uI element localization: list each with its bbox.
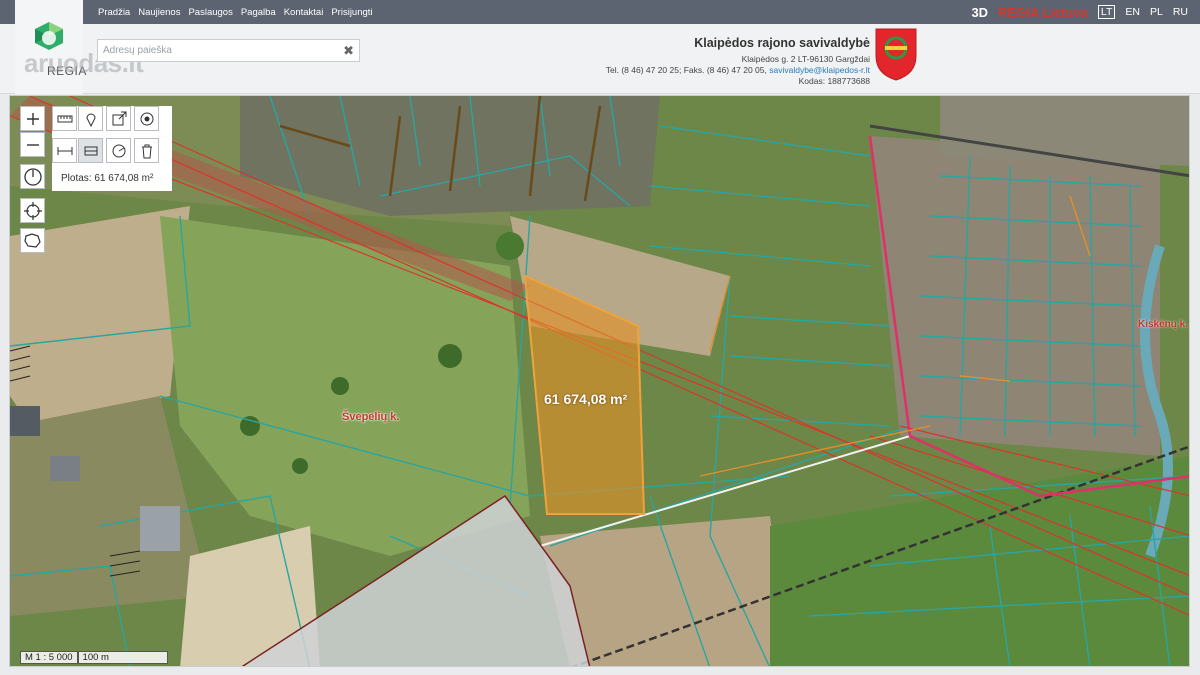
nav-item-pagalba[interactable]: Pagalba xyxy=(241,7,276,18)
measure-area-button[interactable] xyxy=(78,138,103,163)
target-dot-icon xyxy=(140,112,153,125)
language-ru[interactable]: RU xyxy=(1173,6,1188,18)
compass-icon xyxy=(23,167,42,186)
marker-icon xyxy=(85,113,96,127)
measure-line-button[interactable] xyxy=(52,138,77,163)
zoom-in-button[interactable] xyxy=(20,106,45,131)
area-measure-icon xyxy=(84,146,97,155)
nav-item-naujienos[interactable]: Naujienos xyxy=(138,7,180,18)
coat-of-arms-icon xyxy=(875,28,917,81)
municipality-info: Klaipėdos rajono savivaldybė Klaipėdos g… xyxy=(606,36,870,87)
area-readout: Plotas: 61 674,08 m² xyxy=(61,173,154,184)
3d-button[interactable]: 3D xyxy=(971,5,988,20)
language-lt[interactable]: LT xyxy=(1097,5,1116,19)
top-navigation-bar: Pradžia Naujienos Paslaugos Pagalba Kont… xyxy=(0,0,1200,24)
municipality-phone: Tel. (8 46) 47 20 25; Faks. (8 46) 47 20… xyxy=(605,65,767,75)
language-pl[interactable]: PL xyxy=(1150,6,1163,18)
clear-search-icon[interactable]: ✖ xyxy=(343,43,354,59)
map-scale: M 1 : 5 000 100 m xyxy=(20,651,168,664)
kiskeniu-village-label: Kiskėnų k. xyxy=(1138,319,1189,330)
selected-area-label: 61 674,08 m² xyxy=(544,391,628,407)
nav-item-pradzia[interactable]: Pradžia xyxy=(98,7,130,18)
map-outline-icon xyxy=(23,232,41,248)
plus-icon xyxy=(26,112,39,125)
regia-lietuva-link[interactable]: REGIA Lietuva xyxy=(998,5,1088,20)
address-search-input[interactable] xyxy=(98,40,338,61)
municipality-code: Kodas: 188773688 xyxy=(798,76,870,86)
measure-tool-panel: Plotas: 61 674,08 m² xyxy=(52,106,172,191)
line-measure-icon xyxy=(57,146,72,155)
top-right-controls: 3D REGIA Lietuva LT EN PL RU xyxy=(971,0,1188,24)
trash-icon xyxy=(141,144,152,158)
measure-radius-button[interactable] xyxy=(106,138,131,163)
municipality-address: Klaipėdos g. 2 LT-96130 Gargždai xyxy=(741,54,870,64)
language-en[interactable]: EN xyxy=(1125,6,1140,18)
municipality-name: Klaipėdos rajono savivaldybė xyxy=(694,36,870,50)
page-header: REGIA aruodas.lt ✖ Klaipėdos rajono savi… xyxy=(0,22,1200,94)
export-button[interactable] xyxy=(106,106,131,131)
address-search: ✖ xyxy=(97,39,360,62)
minus-icon xyxy=(26,143,39,146)
locate-button[interactable] xyxy=(20,198,45,223)
municipality-email[interactable]: savivaldybe@klaipedos-r.lt xyxy=(769,65,870,75)
measure-length-button[interactable] xyxy=(52,106,77,131)
nav-item-paslaugos[interactable]: Paslaugos xyxy=(188,7,232,18)
radius-icon xyxy=(112,144,125,157)
map-imagery xyxy=(10,96,1189,666)
map-viewport[interactable]: Plotas: 61 674,08 m² 61 674,08 m² Švepel… xyxy=(9,95,1190,667)
main-menu: Pradžia Naujienos Paslaugos Pagalba Kont… xyxy=(98,0,373,24)
nav-item-kontaktai[interactable]: Kontaktai xyxy=(284,7,324,18)
layers-button[interactable] xyxy=(20,228,45,253)
village-label: Švepelių k. xyxy=(342,411,400,423)
point-button[interactable] xyxy=(134,106,159,131)
place-marker-button[interactable] xyxy=(78,106,103,131)
delete-measure-button[interactable] xyxy=(134,138,159,163)
municipality-contacts: Tel. (8 46) 47 20 25; Faks. (8 46) 47 20… xyxy=(606,65,870,76)
zoom-out-button[interactable] xyxy=(20,132,45,157)
scale-ratio: M 1 : 5 000 xyxy=(20,651,78,664)
export-icon xyxy=(112,111,126,125)
scale-distance: 100 m xyxy=(77,651,168,664)
crosshair-icon xyxy=(23,201,42,220)
nav-item-prisijungti[interactable]: Prisijungti xyxy=(331,7,372,18)
compass-button[interactable] xyxy=(20,164,45,189)
ruler-icon xyxy=(57,115,72,122)
